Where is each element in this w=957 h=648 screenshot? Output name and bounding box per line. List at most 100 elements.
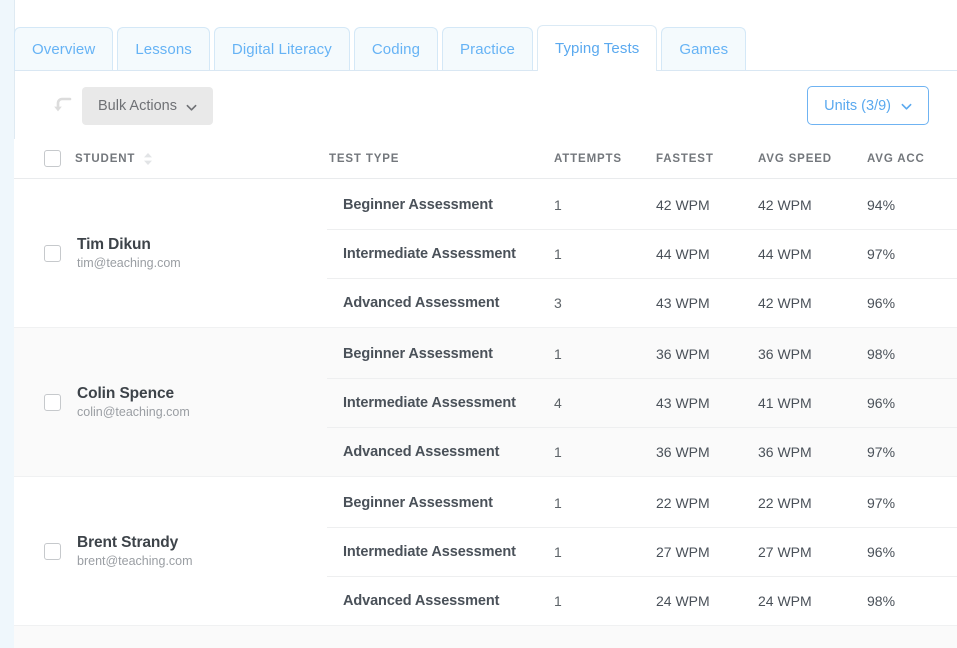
student-name[interactable]: Brent Strandy bbox=[77, 533, 193, 552]
attempts-cell: 3 bbox=[554, 295, 562, 311]
avg-acc-cell: 98% bbox=[867, 346, 896, 362]
attempts-cell: 1 bbox=[554, 544, 562, 560]
tab-label: Games bbox=[679, 40, 729, 58]
avg-acc-cell: 97% bbox=[867, 495, 896, 511]
column-header-test-type: TEST TYPE bbox=[329, 139, 399, 178]
test-rows: Beginner Assessment 1 36 WPM 36 WPM 98% Inter… bbox=[327, 328, 957, 476]
test-type-cell: Advanced Assessment bbox=[343, 593, 500, 609]
tab-overview[interactable]: Overview bbox=[14, 27, 114, 70]
student-row-checkbox[interactable] bbox=[44, 542, 61, 560]
table-row[interactable]: Intermediate Assessment 4 43 WPM 41 WPM 96% bbox=[327, 379, 957, 428]
tab-label: Digital Literacy bbox=[231, 40, 332, 58]
tab-label: Typing Tests bbox=[555, 40, 640, 57]
table-row[interactable]: Intermediate Assessment 1 27 WPM 27 WPM 96% bbox=[327, 528, 957, 577]
attempts-cell: 1 bbox=[554, 346, 562, 362]
avg-speed-cell: 27 WPM bbox=[758, 544, 812, 560]
column-header-fastest: FASTEST bbox=[656, 139, 714, 178]
table-row[interactable]: Advanced Assessment 1 36 WPM 36 WPM 97% bbox=[327, 428, 957, 476]
table-row[interactable]: Beginner Assessment 1 36 WPM 36 WPM 98% bbox=[327, 330, 957, 379]
avg-acc-cell: 94% bbox=[867, 197, 896, 213]
column-header-avg-acc: AVG ACC bbox=[867, 139, 925, 178]
test-rows: Beginner Assessment 1 42 WPM 42 WPM 94% Inter… bbox=[327, 179, 957, 327]
avg-speed-cell: 36 WPM bbox=[758, 346, 812, 362]
attempts-cell: 1 bbox=[554, 444, 562, 460]
table-row[interactable]: Advanced Assessment 3 43 WPM 42 WPM 96% bbox=[327, 279, 957, 327]
table-body: Tim Dikun tim@teaching.com Beginner Assess… bbox=[14, 179, 957, 648]
fastest-cell: 22 WPM bbox=[656, 495, 710, 511]
tab-label: Overview bbox=[32, 40, 96, 58]
fastest-cell: 43 WPM bbox=[656, 395, 710, 411]
tab-coding[interactable]: Coding bbox=[353, 27, 439, 70]
column-header-fastest-label: FASTEST bbox=[656, 152, 714, 165]
test-rows bbox=[327, 626, 957, 648]
column-header-avg-speed-label: AVG SPEED bbox=[758, 152, 832, 165]
student-email: tim@teaching.com bbox=[77, 255, 181, 270]
table-row[interactable]: Beginner Assessment 1 22 WPM 22 WPM 97% bbox=[327, 479, 957, 528]
student-identity: Colin Spence colin@teaching.com bbox=[77, 384, 190, 421]
select-all-checkbox[interactable] bbox=[44, 150, 61, 167]
column-header-student[interactable]: STUDENT bbox=[75, 139, 153, 178]
student-group: Tim Dikun tim@teaching.com Beginner Assess… bbox=[14, 179, 957, 327]
avg-speed-cell: 41 WPM bbox=[758, 395, 812, 411]
student-row-checkbox[interactable] bbox=[44, 244, 61, 262]
student-identity: Tim Dikun tim@teaching.com bbox=[77, 235, 181, 272]
tab-bar: Overview Lessons Digital Literacy Coding Pra… bbox=[14, 25, 957, 71]
student-identity: Brent Strandy brent@teaching.com bbox=[77, 533, 193, 570]
undo-arrow-icon[interactable] bbox=[47, 88, 81, 122]
attempts-cell: 4 bbox=[554, 395, 562, 411]
tab-games[interactable]: Games bbox=[661, 27, 747, 70]
page-root: Overview Lessons Digital Literacy Coding Pra… bbox=[0, 0, 957, 648]
tab-label: Lessons bbox=[135, 40, 192, 58]
test-type-cell: Advanced Assessment bbox=[343, 295, 500, 311]
table-toolbar: Bulk Actions Units (3/9) bbox=[14, 71, 957, 139]
student-name[interactable]: Colin Spence bbox=[77, 384, 190, 403]
table-row[interactable]: Beginner Assessment 1 42 WPM 42 WPM 94% bbox=[327, 181, 957, 230]
tab-label: Practice bbox=[460, 40, 516, 58]
avg-speed-cell: 24 WPM bbox=[758, 593, 812, 609]
student-row-checkbox[interactable] bbox=[44, 393, 61, 411]
student-name[interactable]: Tim Dikun bbox=[77, 235, 181, 254]
typing-tests-table: STUDENT TEST TYPE ATTEMPTS FASTEST AVG S… bbox=[14, 139, 957, 648]
column-header-avg-speed: AVG SPEED bbox=[758, 139, 832, 178]
test-rows: Beginner Assessment 1 22 WPM 22 WPM 97% Inter… bbox=[327, 477, 957, 625]
tab-digital-literacy[interactable]: Digital Literacy bbox=[213, 27, 350, 70]
tab-practice[interactable]: Practice bbox=[442, 27, 534, 70]
test-type-cell: Advanced Assessment bbox=[343, 444, 500, 460]
sort-arrows-icon[interactable] bbox=[143, 152, 153, 166]
bulk-actions-button[interactable]: Bulk Actions bbox=[82, 87, 213, 125]
fastest-cell: 43 WPM bbox=[656, 295, 710, 311]
fastest-cell: 44 WPM bbox=[656, 246, 710, 262]
student-cell bbox=[14, 626, 327, 648]
avg-speed-cell: 36 WPM bbox=[758, 444, 812, 460]
avg-speed-cell: 42 WPM bbox=[758, 295, 812, 311]
attempts-cell: 1 bbox=[554, 495, 562, 511]
test-type-cell: Beginner Assessment bbox=[343, 495, 493, 511]
tab-typing-tests[interactable]: Typing Tests bbox=[537, 25, 658, 71]
avg-acc-cell: 98% bbox=[867, 593, 896, 609]
fastest-cell: 27 WPM bbox=[656, 544, 710, 560]
attempts-cell: 1 bbox=[554, 593, 562, 609]
units-filter-button[interactable]: Units (3/9) bbox=[807, 86, 929, 125]
tab-label: Coding bbox=[371, 40, 421, 58]
column-header-student-label: STUDENT bbox=[75, 152, 136, 165]
tab-lessons[interactable]: Lessons bbox=[117, 27, 210, 70]
fastest-cell: 24 WPM bbox=[656, 593, 710, 609]
table-row[interactable]: Intermediate Assessment 1 44 WPM 44 WPM 97% bbox=[327, 230, 957, 279]
student-email: colin@teaching.com bbox=[77, 404, 190, 419]
fastest-cell: 36 WPM bbox=[656, 444, 710, 460]
units-filter-label: Units (3/9) bbox=[824, 97, 891, 114]
table-header-row: STUDENT TEST TYPE ATTEMPTS FASTEST AVG S… bbox=[14, 139, 957, 179]
column-header-test-type-label: TEST TYPE bbox=[329, 152, 400, 165]
test-type-cell: Beginner Assessment bbox=[343, 197, 493, 213]
student-cell: Colin Spence colin@teaching.com bbox=[14, 328, 327, 476]
chevron-down-icon bbox=[186, 101, 197, 112]
attempts-cell: 1 bbox=[554, 246, 562, 262]
fastest-cell: 36 WPM bbox=[656, 346, 710, 362]
avg-acc-cell: 97% bbox=[867, 246, 896, 262]
avg-speed-cell: 22 WPM bbox=[758, 495, 812, 511]
test-type-cell: Intermediate Assessment bbox=[343, 246, 516, 262]
attempts-cell: 1 bbox=[554, 197, 562, 213]
table-row[interactable]: Advanced Assessment 1 24 WPM 24 WPM 98% bbox=[327, 577, 957, 625]
fastest-cell: 42 WPM bbox=[656, 197, 710, 213]
avg-acc-cell: 96% bbox=[867, 395, 896, 411]
